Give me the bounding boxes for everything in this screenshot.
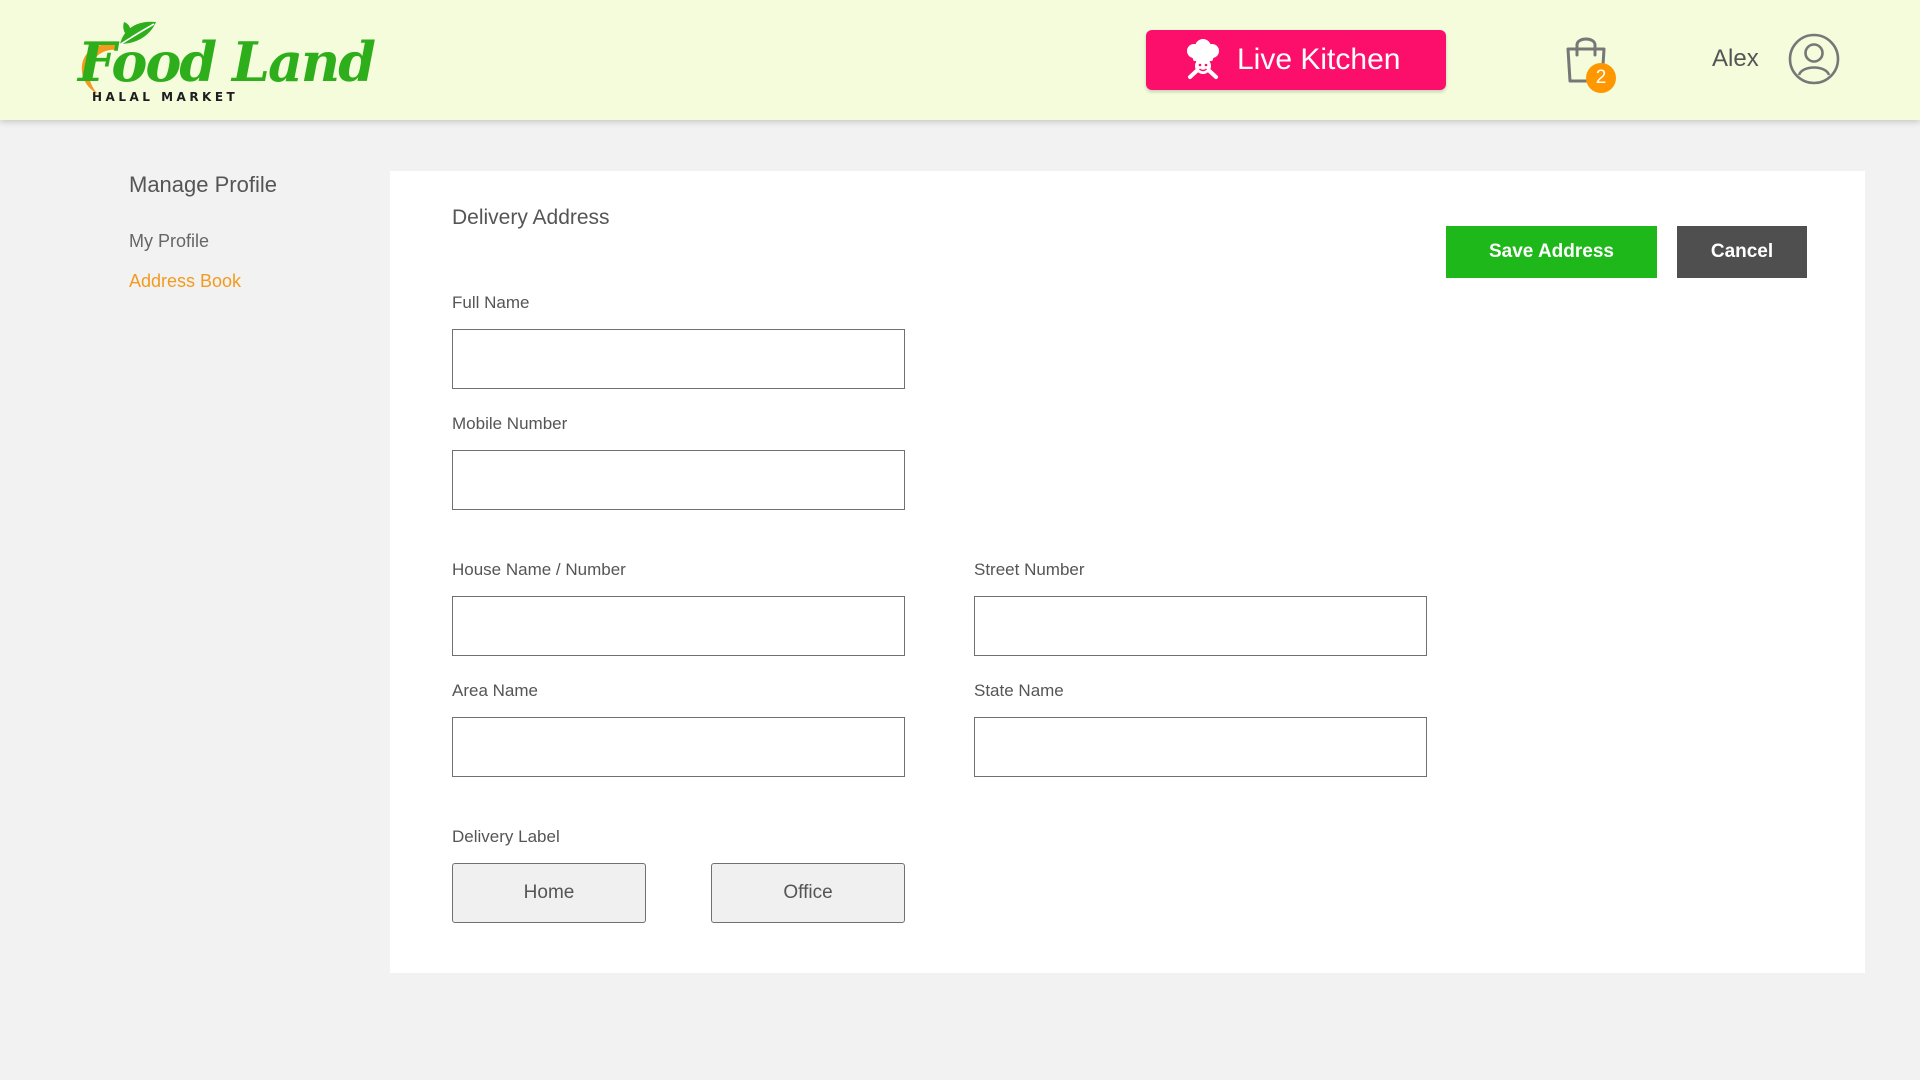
- area-name-input[interactable]: [452, 717, 905, 777]
- street-number-label: Street Number: [974, 560, 1085, 579]
- top-header: Food Land HALAL MARKET Live Kitchen 2 Al…: [0, 0, 1920, 120]
- food-land-logo[interactable]: Food Land HALAL MARKET: [78, 18, 376, 108]
- cart-button[interactable]: 2: [1562, 33, 1620, 95]
- cancel-button[interactable]: Cancel: [1677, 226, 1807, 278]
- live-kitchen-button[interactable]: Live Kitchen: [1146, 30, 1446, 90]
- delivery-label-office-button[interactable]: Office: [711, 863, 905, 923]
- sidebar-item-address-book[interactable]: Address Book: [129, 270, 241, 292]
- sidebar-title: Manage Profile: [129, 172, 277, 197]
- mobile-number-label: Mobile Number: [452, 414, 568, 433]
- section-title: Delivery Address: [452, 206, 610, 229]
- save-address-button[interactable]: Save Address: [1446, 226, 1657, 278]
- chef-hat-icon: [1187, 39, 1219, 79]
- street-number-input[interactable]: [974, 596, 1427, 656]
- user-circle-icon[interactable]: [1788, 33, 1840, 85]
- delivery-label-home-button[interactable]: Home: [452, 863, 646, 923]
- live-kitchen-label: Live Kitchen: [1237, 43, 1401, 76]
- sidebar-item-my-profile[interactable]: My Profile: [129, 230, 209, 252]
- house-name-input[interactable]: [452, 596, 905, 656]
- state-name-input[interactable]: [974, 717, 1427, 777]
- full-name-label: Full Name: [452, 293, 530, 312]
- delivery-label-title: Delivery Label: [452, 827, 560, 846]
- mobile-number-input[interactable]: [452, 450, 905, 510]
- state-name-label: State Name: [974, 681, 1064, 700]
- area-name-label: Area Name: [452, 681, 538, 700]
- logo-title: Food Land: [78, 30, 376, 94]
- delivery-address-card: Delivery Address Save Address Cancel Ful…: [390, 171, 1865, 973]
- house-name-label: House Name / Number: [452, 560, 626, 579]
- logo-subtitle: HALAL MARKET: [92, 90, 239, 104]
- user-name[interactable]: Alex: [1712, 44, 1759, 74]
- full-name-input[interactable]: [452, 329, 905, 389]
- cart-count-badge: 2: [1586, 63, 1616, 93]
